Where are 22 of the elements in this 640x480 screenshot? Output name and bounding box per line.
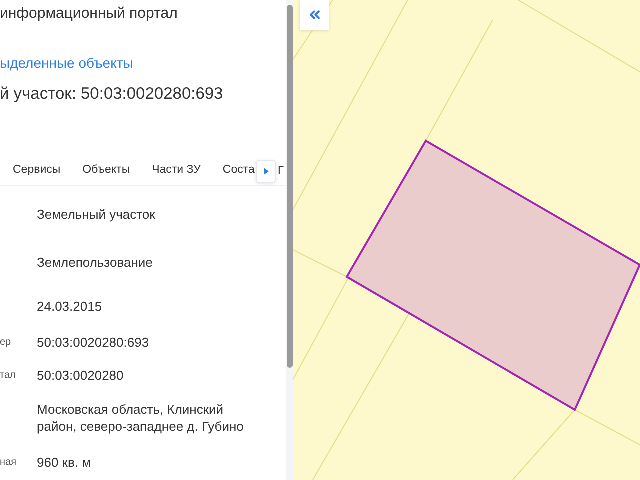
field-value: Землепользование: [37, 254, 154, 270]
field-value: Земельный участок: [37, 206, 156, 222]
scroll-tabs-button[interactable]: [256, 160, 276, 183]
triangle-right-icon: [264, 168, 268, 175]
tab[interactable]: Объекты: [82, 160, 130, 182]
scrollbar[interactable]: [286, 0, 293, 480]
field-label: ная: [0, 456, 16, 468]
field-value: 50:03:0020280: [37, 366, 125, 384]
field-value: 24.03.2015: [37, 298, 104, 314]
tab[interactable]: Части ЗУ: [152, 160, 201, 182]
field-value: 960 кв. м: [37, 454, 92, 470]
portal-title: информационный портал: [0, 5, 179, 22]
object-title: й участок: 50:03:0020280:693: [0, 85, 224, 104]
tab[interactable]: Соста: [222, 160, 255, 182]
collapse-panel-button[interactable]: [300, 0, 329, 30]
tab[interactable]: Г: [278, 165, 284, 177]
field-label: ер: [0, 336, 12, 348]
field-value: 50:03:0020280:693: [37, 334, 150, 350]
tab[interactable]: Сервисы: [13, 160, 61, 182]
field-value: Московская область, Клинский район, северо-западнее д. Губино: [37, 401, 245, 435]
field-label: тал: [0, 370, 16, 380]
selected-objects-link[interactable]: ыделенные объекты: [0, 55, 134, 71]
